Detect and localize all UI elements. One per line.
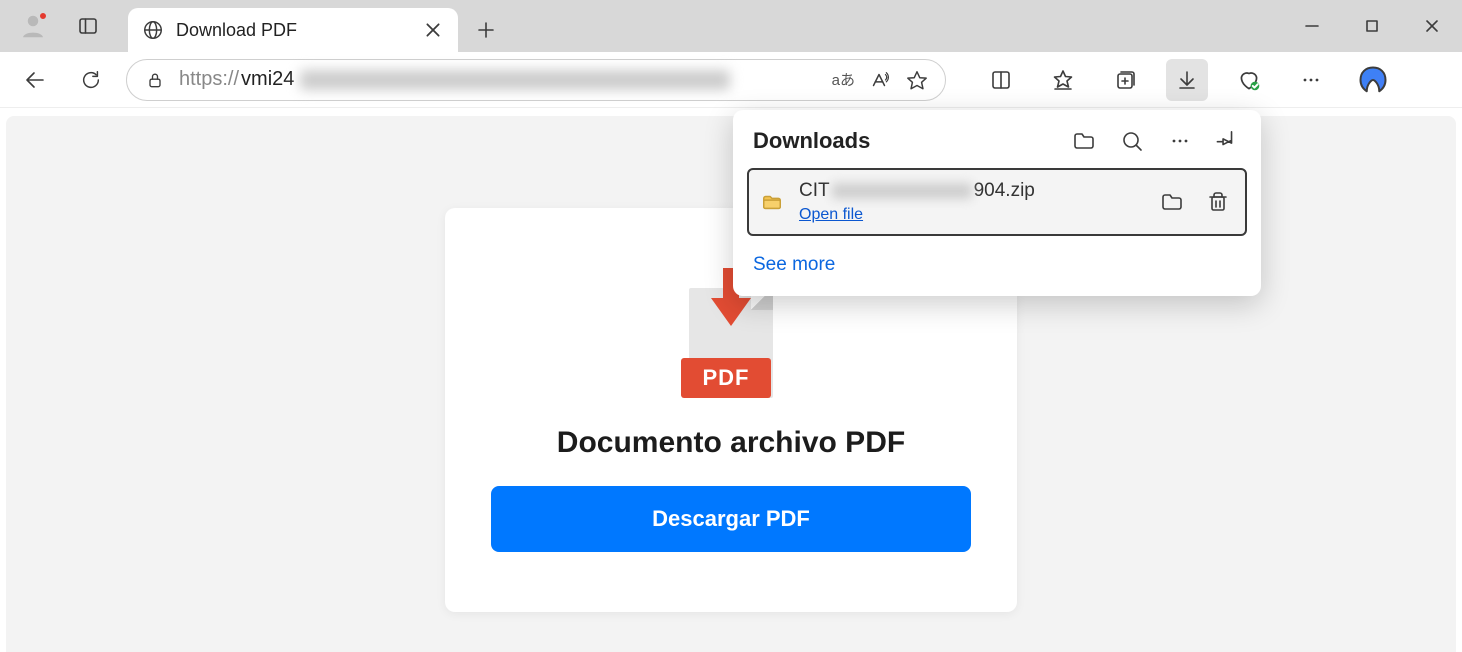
browser-tab[interactable]: Download PDF — [128, 8, 458, 52]
tab-title: Download PDF — [176, 20, 412, 41]
toolbar: https://vmi24 aあ — [0, 52, 1462, 108]
download-item-actions — [1159, 189, 1231, 215]
downloads-more-button[interactable] — [1167, 128, 1193, 154]
globe-icon — [142, 19, 164, 41]
download-filename: CIT 904.zip — [799, 180, 1145, 202]
browser-essentials-button[interactable] — [1228, 59, 1270, 101]
toolbar-right — [980, 59, 1394, 101]
settings-menu-button[interactable] — [1290, 59, 1332, 101]
tab-actions-button[interactable] — [68, 6, 108, 46]
new-tab-button[interactable] — [466, 8, 506, 52]
titlebar: Download PDF — [0, 0, 1462, 52]
maximize-button[interactable] — [1342, 0, 1402, 52]
downloads-title: Downloads — [753, 128, 1071, 154]
address-bar[interactable]: https://vmi24 aあ — [126, 59, 946, 101]
minimize-button[interactable] — [1282, 0, 1342, 52]
download-item-main: CIT 904.zip Open file — [799, 180, 1145, 224]
see-more-link[interactable]: See more — [747, 236, 1247, 280]
notification-dot-icon — [38, 11, 48, 21]
lock-icon — [141, 66, 169, 94]
downloads-button[interactable] — [1166, 59, 1208, 101]
tab-close-button[interactable] — [424, 21, 442, 39]
search-downloads-button[interactable] — [1119, 128, 1145, 154]
close-window-button[interactable] — [1402, 0, 1462, 52]
delete-download-button[interactable] — [1205, 189, 1231, 215]
url-host: vmi24 — [241, 68, 294, 91]
pdf-badge: PDF — [681, 358, 771, 398]
copilot-button[interactable] — [1352, 59, 1394, 101]
download-item[interactable]: CIT 904.zip Open file — [747, 168, 1247, 236]
url-protocol: https:// — [179, 68, 239, 91]
pin-downloads-button[interactable] — [1215, 128, 1241, 154]
titlebar-left — [0, 0, 108, 52]
profile-button[interactable] — [18, 11, 48, 41]
collections-button[interactable] — [1104, 59, 1146, 101]
filename-suffix: 904.zip — [974, 180, 1035, 202]
favorites-button[interactable] — [1042, 59, 1084, 101]
card-title: Documento archivo PDF — [557, 426, 905, 460]
open-file-link[interactable]: Open file — [799, 206, 1145, 224]
translate-icon[interactable]: aあ — [832, 66, 855, 94]
refresh-button[interactable] — [70, 59, 112, 101]
downloads-popup: Downloads CIT 904.zip Op — [733, 110, 1261, 296]
favorite-icon[interactable] — [903, 66, 931, 94]
show-in-folder-button[interactable] — [1159, 189, 1185, 215]
url-text: https://vmi24 — [179, 68, 822, 91]
read-aloud-icon[interactable] — [865, 66, 893, 94]
filename-redacted — [832, 183, 972, 199]
open-downloads-folder-button[interactable] — [1071, 128, 1097, 154]
filename-prefix: CIT — [799, 180, 830, 202]
folder-icon — [759, 191, 785, 213]
split-screen-button[interactable] — [980, 59, 1022, 101]
window-controls — [1282, 0, 1462, 52]
url-redacted — [300, 70, 730, 90]
downloads-header: Downloads — [747, 128, 1247, 168]
back-button[interactable] — [14, 59, 56, 101]
download-pdf-button[interactable]: Descargar PDF — [491, 486, 971, 552]
